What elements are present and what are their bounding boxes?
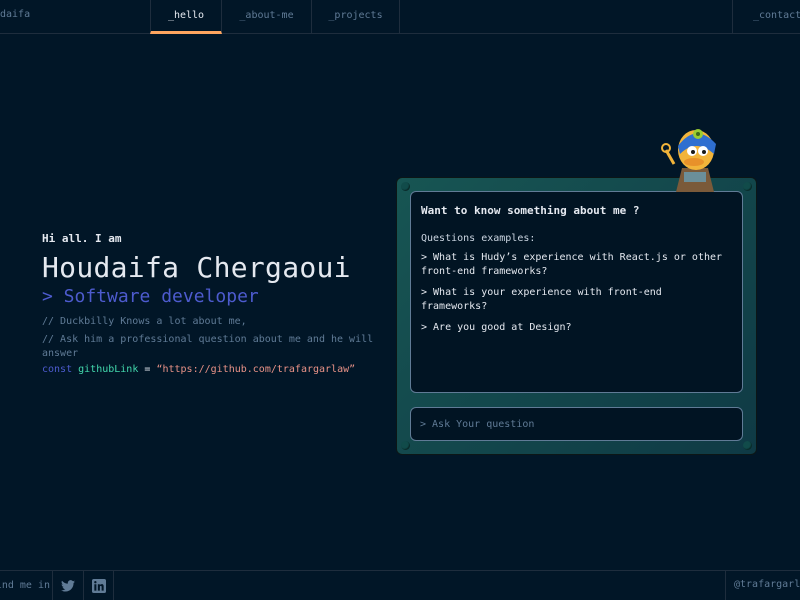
code-keyword: const: [42, 364, 73, 375]
tab-hello[interactable]: _hello: [150, 0, 222, 34]
tab-contact-me[interactable]: _contact-: [732, 0, 800, 34]
linkedin-icon: [91, 579, 106, 593]
example-question[interactable]: > Are you good at Design?: [421, 321, 732, 335]
bolt-icon: [743, 182, 752, 191]
hero-section: Hi all. I am Houdaifa Chergaoui > Softwa…: [42, 232, 382, 375]
top-nav: daifa _hello _about-me _projects _contac…: [0, 0, 800, 34]
bolt-icon: [401, 441, 410, 450]
developer-name: Houdaifa Chergaoui: [42, 251, 351, 284]
code-variable: githubLink: [78, 364, 139, 375]
github-handle[interactable]: @trafargarlaw: [725, 571, 800, 600]
greeting-text: Hi all. I am: [42, 232, 122, 245]
linkedin-link[interactable]: [83, 571, 114, 600]
tab-projects[interactable]: _projects: [312, 0, 400, 34]
questions-heading: Questions examples:: [421, 233, 536, 244]
twitter-icon: [61, 580, 75, 592]
developer-role: > Software developer: [42, 286, 259, 307]
code-equals: =: [144, 364, 151, 375]
bolt-icon: [401, 182, 410, 191]
chat-panel: Want to know something about me ? Questi…: [410, 191, 743, 393]
duck-mascot-icon: [661, 129, 716, 192]
hint-comment-1: // Duckbilly Knows a lot about me,: [42, 316, 247, 327]
twitter-link[interactable]: [52, 571, 83, 600]
tab-about-me[interactable]: _about-me: [222, 0, 312, 34]
brand-name[interactable]: daifa: [0, 9, 30, 20]
question-input[interactable]: [410, 407, 743, 441]
bolt-icon: [743, 441, 752, 450]
example-question[interactable]: > What is Hudy’s experience with React.j…: [421, 251, 732, 279]
github-link-line: const githubLink = “https://github.com/t…: [42, 364, 382, 375]
footer: find me in: @trafargarlaw: [0, 570, 800, 600]
example-question[interactable]: > What is your experience with front-end…: [421, 286, 732, 314]
chat-title: Want to know something about me ?: [421, 204, 640, 217]
hint-comment-2: // Ask him a professional question about…: [42, 334, 374, 359]
github-link[interactable]: “https://github.com/trafargarlaw”: [156, 364, 355, 375]
find-me-label: find me in:: [0, 580, 50, 591]
